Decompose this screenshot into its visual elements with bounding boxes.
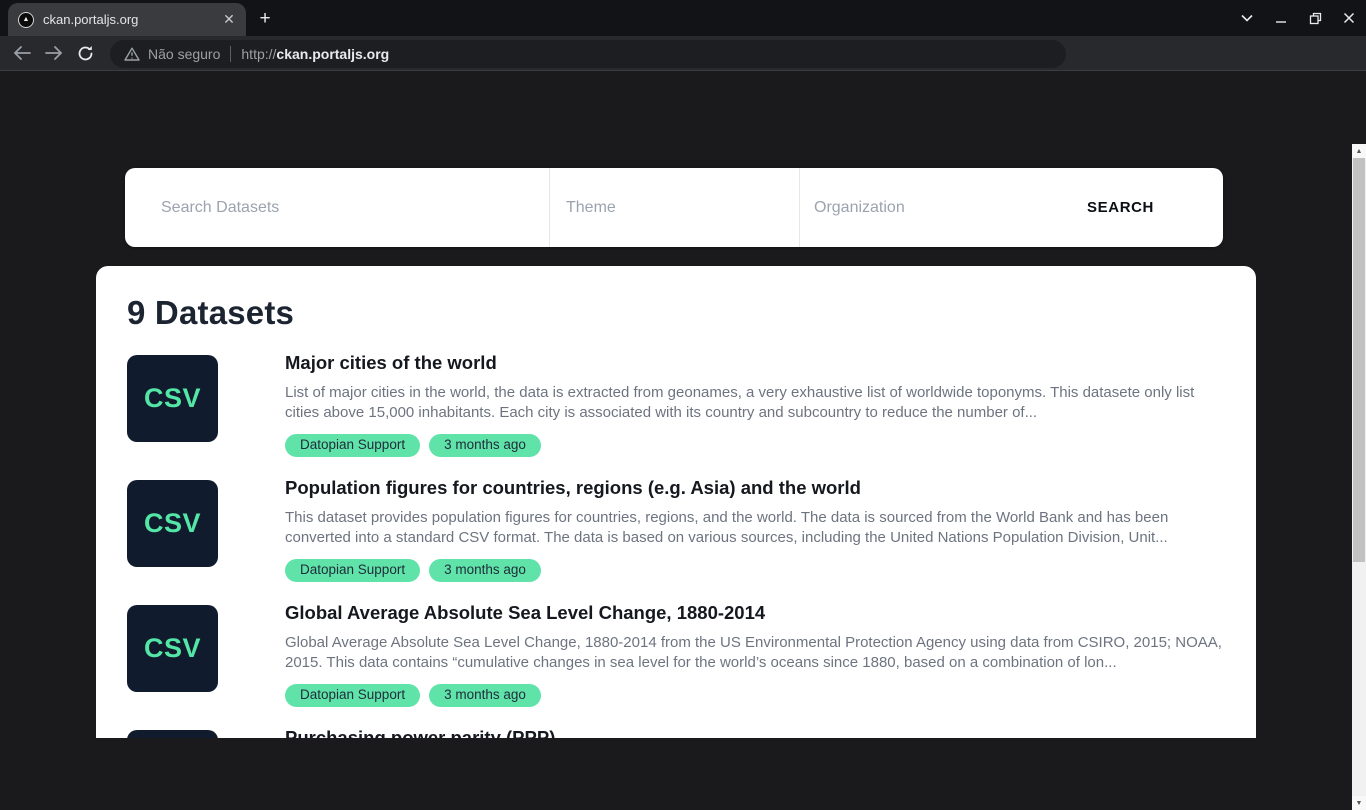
dataset-list-item: CSV Purchasing power parity (PPP) xyxy=(127,727,1227,738)
tab-title: ckan.portaljs.org xyxy=(43,12,220,27)
scroll-down-icon[interactable]: ▼ xyxy=(1352,796,1366,810)
address-separator xyxy=(230,46,231,62)
results-heading: 9 Datasets xyxy=(127,294,1227,332)
org-badge[interactable]: Datopian Support xyxy=(285,559,420,582)
org-badge[interactable]: Datopian Support xyxy=(285,684,420,707)
search-datasets-input[interactable] xyxy=(161,199,529,217)
dataset-description: Global Average Absolute Sea Level Change… xyxy=(285,633,1225,673)
reload-icon[interactable] xyxy=(75,43,96,64)
url-host: ckan.portaljs.org xyxy=(276,46,389,62)
dataset-description: This dataset provides population figures… xyxy=(285,508,1225,548)
updated-badge: 3 months ago xyxy=(429,684,541,707)
browser-toolbar: Não seguro http:// ckan.portaljs.org C⋮ xyxy=(0,36,1366,71)
restore-button[interactable] xyxy=(1304,7,1326,29)
page-scrollbar[interactable]: ▲ ▼ xyxy=(1352,144,1366,810)
org-badge[interactable]: Datopian Support xyxy=(285,434,420,457)
dataset-description: List of major cities in the world, the d… xyxy=(285,383,1225,423)
csv-format-tile: CSV xyxy=(127,605,218,692)
csv-format-tile: CSV xyxy=(127,730,218,738)
dataset-title-link[interactable]: Global Average Absolute Sea Level Change… xyxy=(285,602,1225,624)
forward-icon[interactable] xyxy=(43,43,64,64)
search-button[interactable]: SEARCH xyxy=(1067,199,1223,216)
dataset-title-link[interactable]: Major cities of the world xyxy=(285,352,1225,374)
site-favicon-icon: ▲ xyxy=(18,12,34,28)
datasets-results-card: 9 Datasets CSV Major cities of the world… xyxy=(96,266,1256,738)
scroll-up-icon[interactable]: ▲ xyxy=(1352,144,1366,158)
page-background: SEARCH 9 Datasets CSV Major cities of th… xyxy=(0,72,1366,738)
tab-strip: ▲ ckan.portaljs.org ✕ + xyxy=(0,0,1366,36)
updated-badge: 3 months ago xyxy=(429,434,541,457)
dataset-title-link[interactable]: Purchasing power parity (PPP) xyxy=(285,727,555,738)
scrollbar-thumb[interactable] xyxy=(1353,158,1365,562)
address-bar[interactable]: Não seguro http:// ckan.portaljs.org xyxy=(110,40,1066,68)
csv-format-tile: CSV xyxy=(127,480,218,567)
dataset-list-item: CSV Major cities of the world List of ma… xyxy=(127,352,1227,457)
window-controls xyxy=(1236,0,1360,36)
dataset-title-link[interactable]: Population figures for countries, region… xyxy=(285,477,1225,499)
updated-badge: 3 months ago xyxy=(429,559,541,582)
organization-input[interactable] xyxy=(814,199,1067,217)
tab-search-chevron-icon[interactable] xyxy=(1236,7,1258,29)
url-scheme: http:// xyxy=(241,46,276,62)
minimize-button[interactable] xyxy=(1270,7,1292,29)
theme-input[interactable] xyxy=(566,199,779,217)
new-tab-button[interactable]: + xyxy=(254,8,276,30)
close-window-button[interactable] xyxy=(1338,7,1360,29)
back-icon[interactable] xyxy=(11,43,32,64)
security-label: Não seguro xyxy=(148,46,220,62)
tab-close-icon[interactable]: ✕ xyxy=(220,11,238,29)
dataset-search-panel: SEARCH xyxy=(125,168,1223,247)
csv-format-tile: CSV xyxy=(127,355,218,442)
dataset-list-item: CSV Global Average Absolute Sea Level Ch… xyxy=(127,602,1227,707)
dataset-list-item: CSV Population figures for countries, re… xyxy=(127,477,1227,582)
browser-tab[interactable]: ▲ ckan.portaljs.org ✕ xyxy=(8,3,246,36)
not-secure-warning-icon xyxy=(124,47,140,61)
